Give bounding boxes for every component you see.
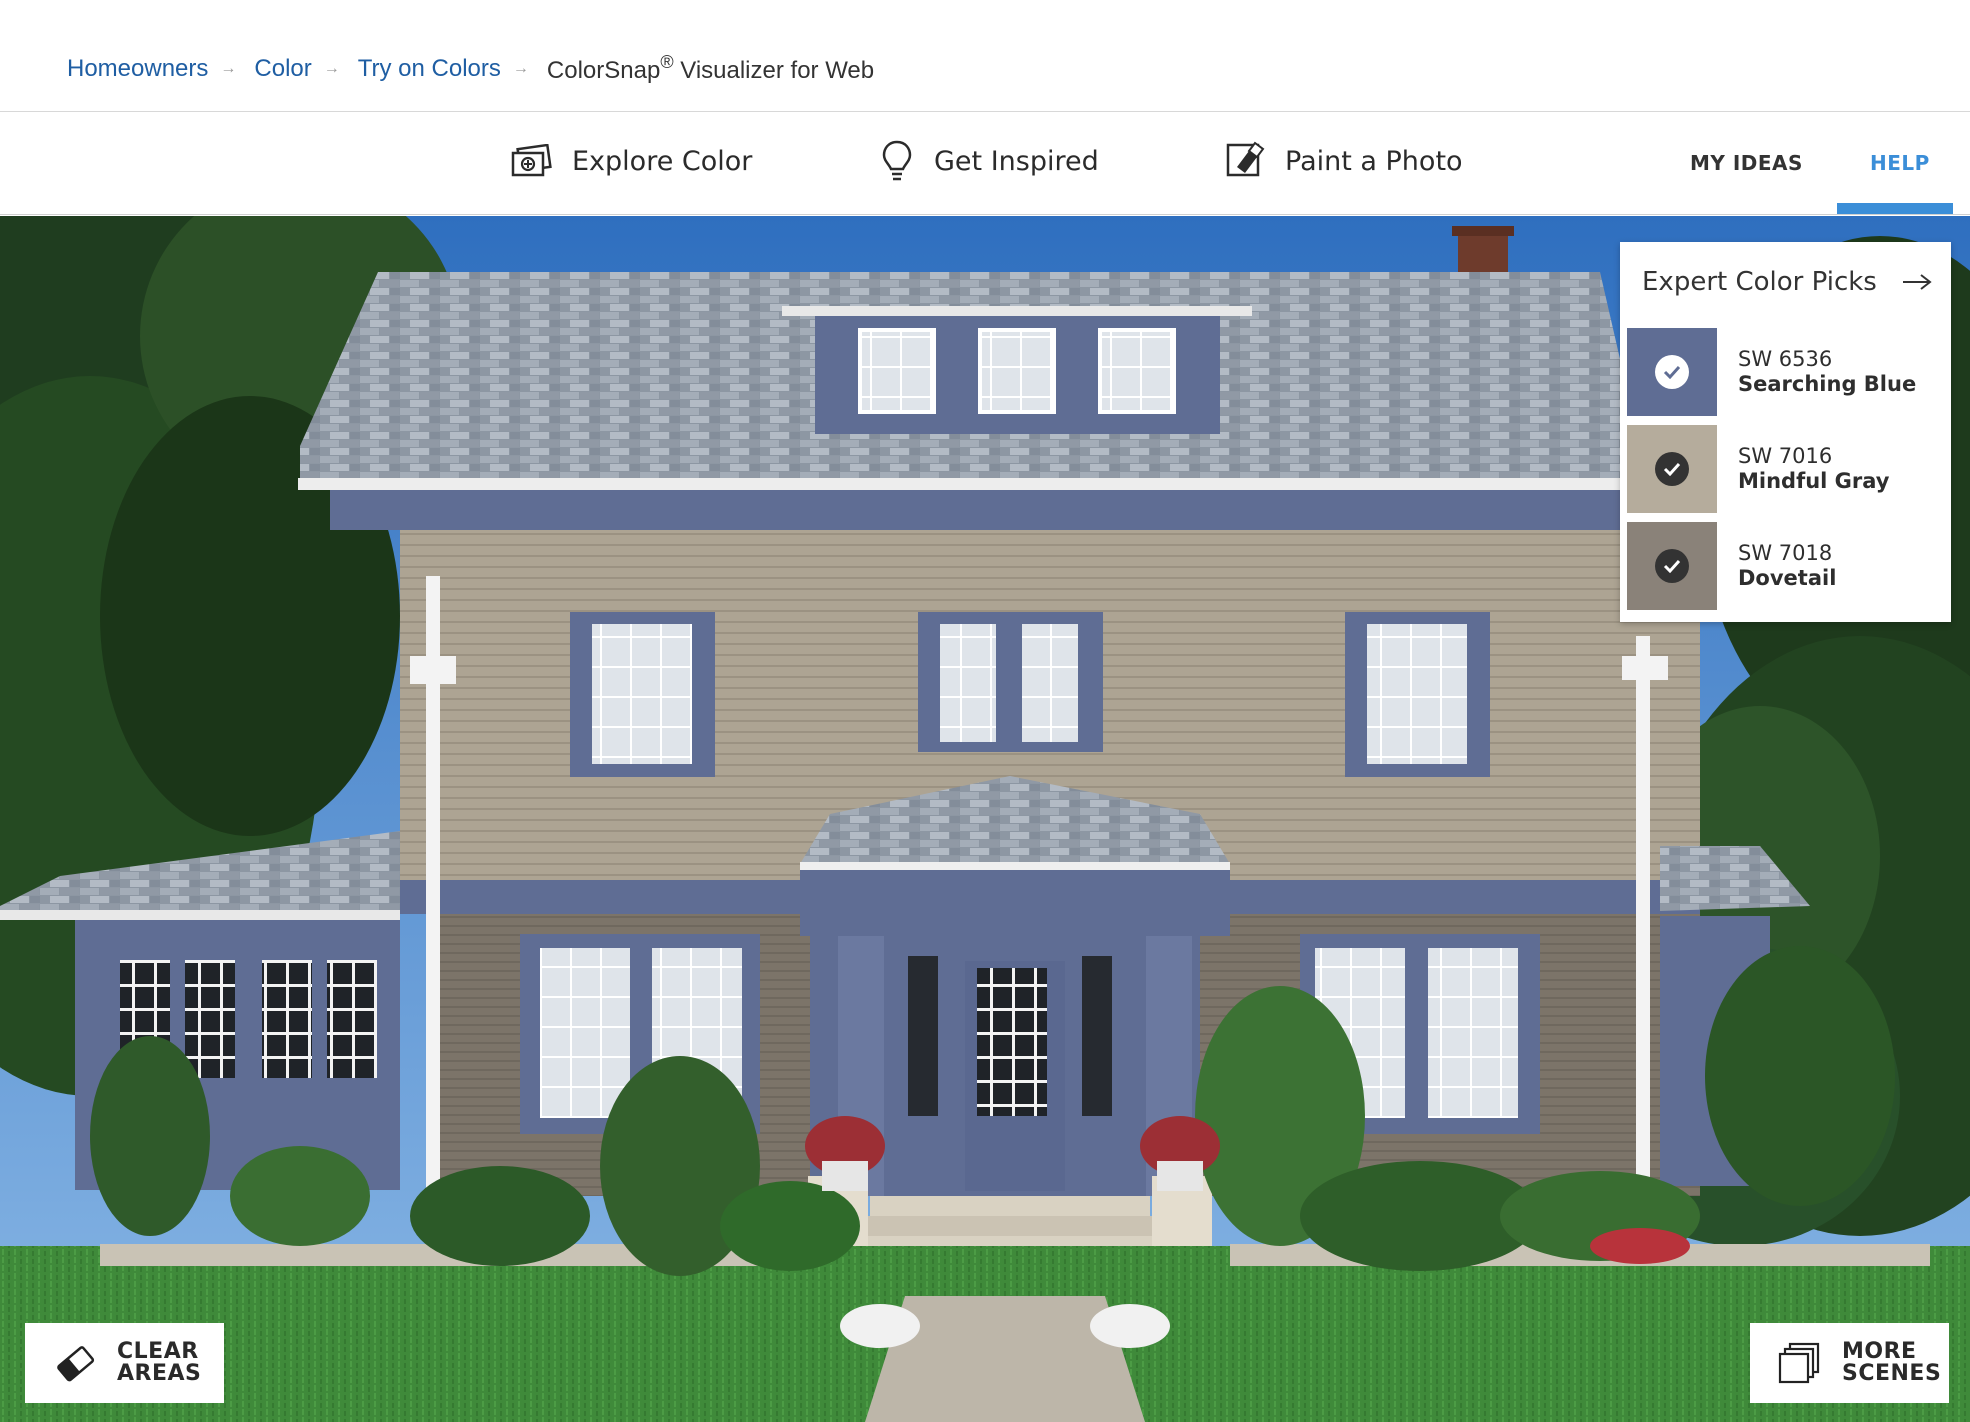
color-code: SW 7016 [1738, 444, 1833, 468]
color-code: SW 6536 [1738, 347, 1833, 371]
more-scenes-label: MORE SCENES [1842, 1341, 1941, 1385]
expert-picks-header[interactable]: Expert Color Picks [1642, 262, 1933, 302]
eraser-icon [57, 1346, 95, 1382]
color-pick-mindful-gray[interactable]: SW 7016 Mindful Gray [1627, 425, 1945, 513]
breadcrumb-try-on-colors[interactable]: Try on Colors [358, 55, 501, 83]
nav-explore-color[interactable]: Explore Color [510, 135, 752, 187]
breadcrumb: Homeowners → Color → Try on Colors → Col… [67, 52, 874, 85]
stacked-pages-icon [1778, 1342, 1820, 1384]
color-swatch [1627, 328, 1717, 416]
breadcrumb-current-suffix: Visualizer for Web [673, 57, 875, 84]
color-pick-dovetail[interactable]: SW 7018 Dovetail [1627, 522, 1945, 610]
clear-areas-label-line2: AREAS [117, 1361, 202, 1386]
expert-picks-title: Expert Color Picks [1642, 267, 1877, 297]
breadcrumb-separator-icon: → [323, 59, 340, 77]
color-swatch [1627, 425, 1717, 513]
clear-areas-label: CLEAR AREAS [117, 1341, 201, 1385]
nav-my-ideas[interactable]: MY IDEAS [1690, 151, 1803, 175]
nav-paint-label: Paint a Photo [1285, 145, 1463, 177]
breadcrumb-current-brand: ColorSnap [546, 57, 661, 84]
breadcrumb-bar: Homeowners → Color → Try on Colors → Col… [0, 0, 1970, 112]
lightbulb-icon [882, 140, 912, 181]
help-active-indicator [1837, 203, 1953, 214]
color-name: Mindful Gray [1738, 469, 1890, 493]
nav-inspired-label: Get Inspired [934, 145, 1099, 177]
more-scenes-label-line2: SCENES [1842, 1361, 1942, 1386]
nav-explore-label: Explore Color [572, 145, 753, 177]
clear-areas-label-line1: CLEAR [117, 1339, 199, 1364]
nav-get-inspired[interactable]: Get Inspired [880, 135, 1099, 187]
color-pick-text: SW 7018 Dovetail [1738, 541, 1836, 591]
color-swatch [1627, 522, 1717, 610]
breadcrumb-color[interactable]: Color [254, 55, 311, 83]
breadcrumb-current-page: ColorSnap® Visualizer for Web [547, 52, 874, 85]
main-nav: Explore Color Get Inspired Paint a Photo… [0, 113, 1970, 215]
color-name: Searching Blue [1738, 372, 1917, 396]
registered-mark: ® [660, 52, 674, 72]
more-scenes-button[interactable]: MORE SCENES [1750, 1323, 1949, 1403]
checkmark-icon [1655, 549, 1689, 583]
breadcrumb-separator-icon: → [220, 59, 237, 77]
clear-areas-button[interactable]: CLEAR AREAS [25, 1323, 224, 1403]
checkmark-icon [1655, 452, 1689, 486]
color-pick-searching-blue[interactable]: SW 6536 Searching Blue [1627, 328, 1945, 416]
checkmark-icon [1655, 355, 1689, 389]
arrow-right-icon[interactable] [1901, 272, 1933, 292]
color-code: SW 7018 [1738, 541, 1833, 565]
color-name: Dovetail [1738, 566, 1837, 590]
explore-color-icon [511, 144, 552, 177]
color-pick-text: SW 7016 Mindful Gray [1738, 444, 1889, 494]
color-pick-text: SW 6536 Searching Blue [1738, 347, 1916, 397]
paint-photo-icon [1226, 141, 1265, 177]
nav-paint-a-photo[interactable]: Paint a Photo [1225, 135, 1463, 187]
expert-color-picks-panel: Expert Color Picks SW 6536 Searching Blu… [1620, 242, 1951, 622]
breadcrumb-homeowners[interactable]: Homeowners [67, 55, 208, 83]
breadcrumb-separator-icon: → [512, 59, 529, 77]
nav-help[interactable]: HELP [1870, 151, 1930, 175]
more-scenes-label-line1: MORE [1842, 1339, 1917, 1364]
